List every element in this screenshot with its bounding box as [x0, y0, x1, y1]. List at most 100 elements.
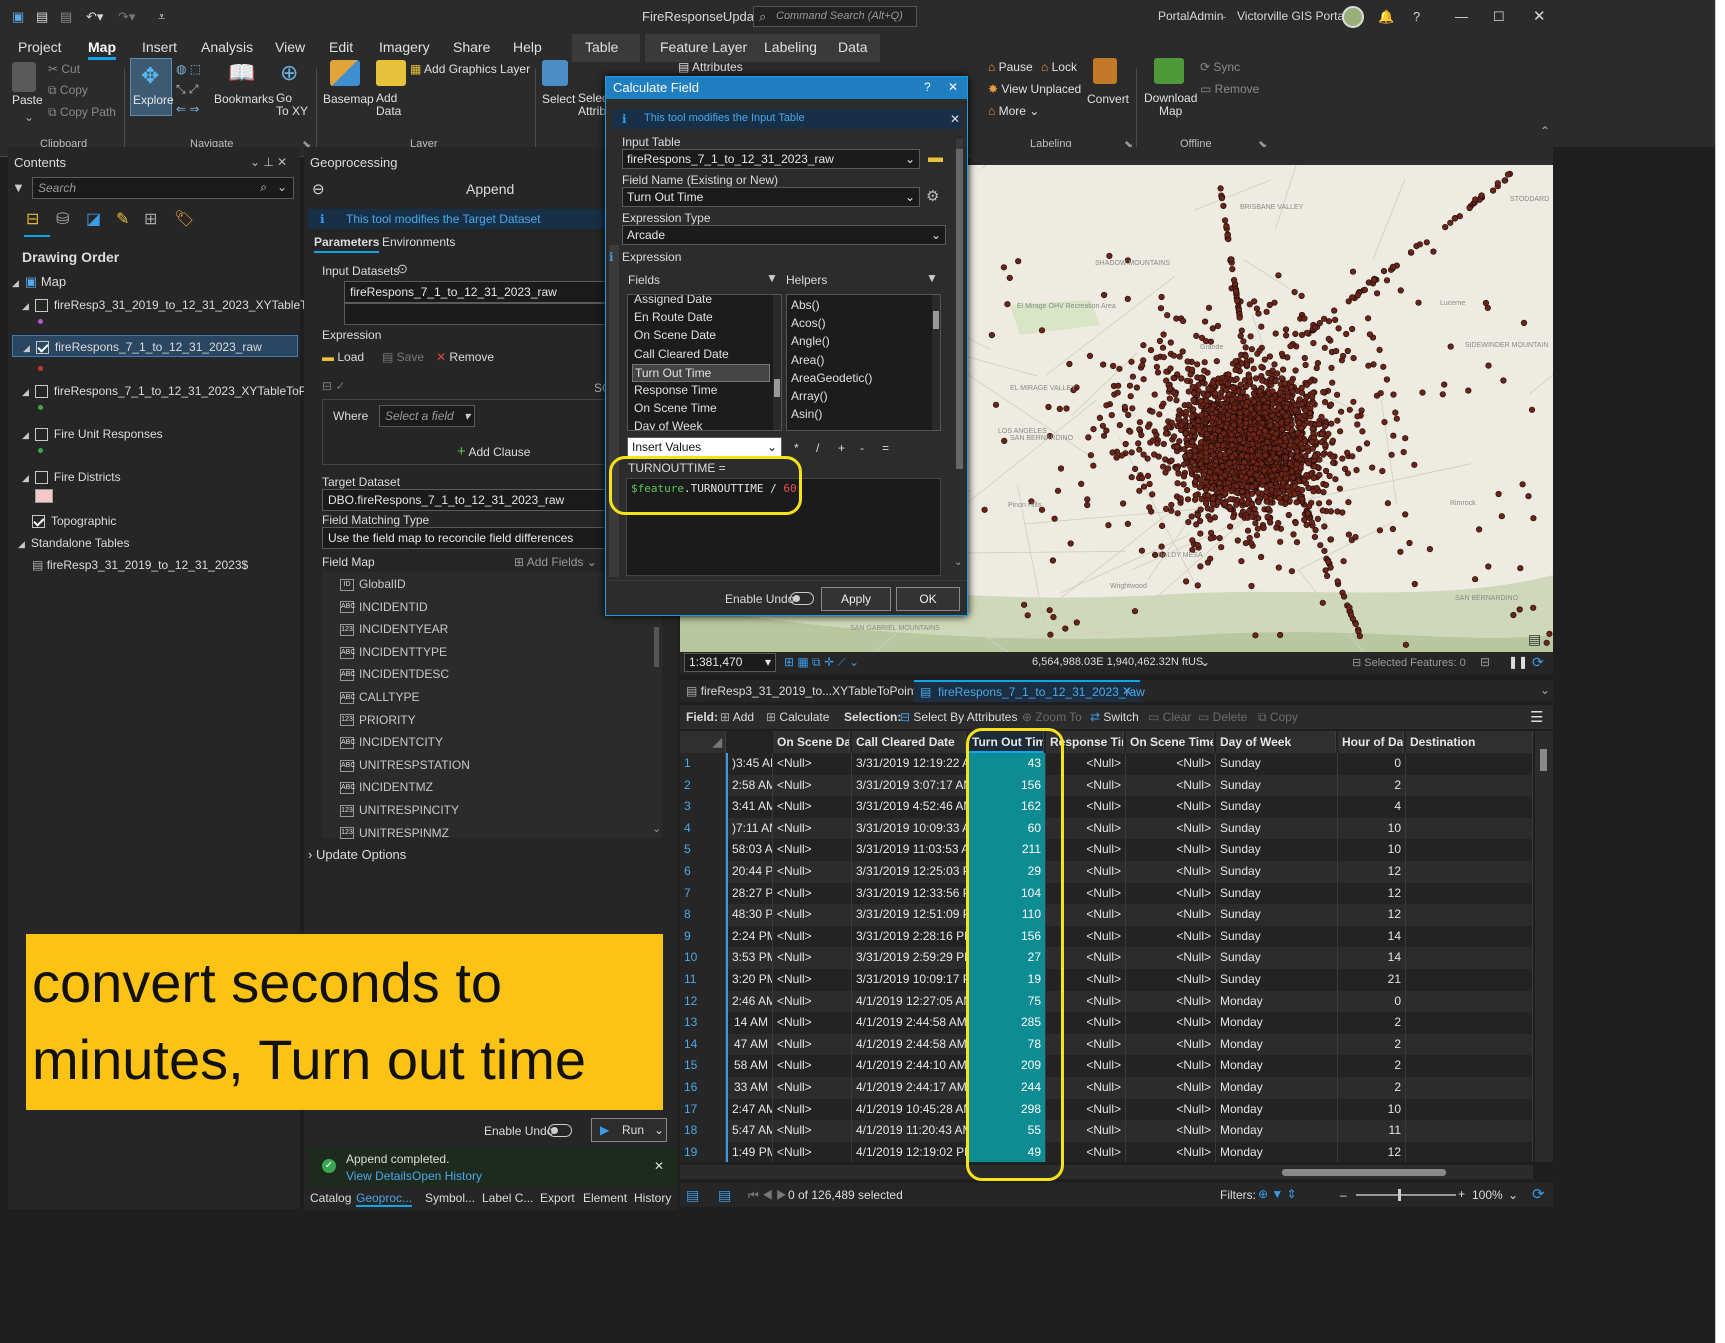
field-map-item[interactable]: ABC INCIDENTMZ	[340, 780, 433, 794]
field-map-item[interactable]: 123 PRIORITY	[340, 713, 416, 727]
view-unplaced-button[interactable]: ✸ View Unplaced	[988, 82, 1081, 96]
collapse-ribbon-icon[interactable]: ⌃	[1540, 124, 1550, 138]
sync-button[interactable]: ⟳ Sync	[1200, 60, 1240, 74]
add-clause-button[interactable]: + Add Clause	[457, 443, 530, 460]
filter-icons[interactable]: ⊕ ▼ ⇕	[1258, 1187, 1297, 1201]
row-number[interactable]: 14	[680, 1033, 726, 1056]
refresh-table-icon[interactable]: ⟳	[1532, 1185, 1545, 1203]
list-by-source-icon[interactable]: ⛁	[56, 209, 69, 229]
helper-list-item[interactable]: Area()	[791, 353, 824, 367]
minimize-icon[interactable]: —	[1455, 9, 1468, 24]
layer-item[interactable]: ◢ Fire Unit Responses	[8, 426, 300, 456]
cut-button[interactable]: ✂ Cut	[48, 62, 80, 76]
table-row[interactable]: 558:03 AM<Null>3/31/2019 11:03:53 AM211<…	[680, 839, 1533, 861]
table-row[interactable]: 19 1:49 PM <Null> 4/1/2019 12:19:02 PM 49 <Nu…	[680, 1141, 1533, 1162]
layer-item[interactable]: Topographic	[8, 513, 300, 535]
pause-drawing-icon[interactable]: ❚❚	[1508, 655, 1528, 669]
delete-button[interactable]: ▭ Delete	[1198, 710, 1247, 724]
field-matching-dropdown[interactable]: Use the field map to reconcile field dif…	[322, 527, 612, 549]
operator-button[interactable]: -	[860, 441, 864, 455]
more-labeling-button[interactable]: ⌂ More ⌄	[988, 104, 1039, 118]
fields-filter-icon[interactable]: ▼	[766, 271, 778, 285]
tab-label-class[interactable]: Label C...	[482, 1191, 533, 1205]
field-list-item[interactable]: Assigned Date	[632, 295, 770, 307]
table-row[interactable]: 12 2:46 AM <Null> 4/1/2019 12:27:05 AM 75 <Nu…	[680, 990, 1533, 1013]
input-dataset-field[interactable]: fireRespons_7_1_to_12_31_2023_raw	[344, 281, 608, 303]
table-row[interactable]: 3 3:41 AM <Null> 3/31/2019 4:52:46 AM 162 <Nu…	[680, 796, 1533, 818]
layer-visibility-checkbox[interactable]	[34, 471, 48, 485]
select-button[interactable]: Select	[542, 92, 575, 106]
add-field-button[interactable]: ⊞ Add	[720, 710, 754, 724]
field-list-item[interactable]: On Scene Date	[632, 327, 770, 343]
selected-features-count[interactable]: ⊟ Selected Features: 0	[1352, 656, 1466, 669]
tabs-dropdown-icon[interactable]: ⌄	[1540, 683, 1550, 697]
map-tools-icons[interactable]: ⊞ ▦ ⧉ ✛ ⟋ ⌄	[784, 655, 859, 670]
tab-data[interactable]: Data	[838, 39, 868, 55]
save-icon[interactable]: ▤	[36, 9, 48, 25]
tab-export[interactable]: Export	[540, 1191, 575, 1205]
lock-labeling-button[interactable]: ⌂ Lock	[1041, 60, 1077, 74]
row-number[interactable]: 15	[680, 1055, 726, 1077]
view-details-link[interactable]: View Details	[346, 1169, 412, 1183]
table-row[interactable]: 728:27 PM<Null>3/31/2019 12:33:56 PM104<…	[680, 882, 1533, 905]
close-tab-icon[interactable]: ✕	[1122, 684, 1132, 698]
field-settings-icon[interactable]: ⚙	[926, 187, 939, 205]
table-row[interactable]: 848:30 PM<Null>3/31/2019 12:51:09 PM110<…	[680, 904, 1533, 926]
tab-symbology[interactable]: Symbol...	[425, 1191, 475, 1205]
zoom-value[interactable]: 100%	[1472, 1188, 1503, 1202]
zoom-slider[interactable]	[1356, 1189, 1456, 1201]
map-node[interactable]: ◢ ▣ Map	[12, 274, 66, 290]
input-datasets-menu-icon[interactable]: ⊙	[397, 261, 408, 277]
table-row[interactable]: 13 14 AM <Null> 4/1/2019 2:44:58 AM 285 <Null…	[680, 1012, 1533, 1034]
zoom-in-icon[interactable]: +	[1458, 1187, 1465, 1201]
column-header[interactable]: Destination	[1406, 731, 1533, 753]
pane-options-icon[interactable]: ⌄ ⊥ ✕	[250, 155, 287, 169]
tab-history[interactable]: History	[634, 1191, 671, 1205]
add-fields-button[interactable]: ⊞ Add Fields ⌄	[514, 555, 597, 569]
attributes-button[interactable]: ▤ Attributes	[678, 60, 743, 74]
run-button[interactable]: ▶ Run ⌄	[591, 1118, 667, 1142]
user-name[interactable]: PortalAdmin	[1158, 9, 1223, 23]
switch-button[interactable]: ⇄ Switch	[1090, 710, 1139, 724]
save-button[interactable]: ▤ Save	[382, 350, 424, 364]
field-map-item[interactable]: ABC UNITRESPSTATION	[340, 758, 470, 772]
full-extent-icon[interactable]: ◍ ⬚	[176, 62, 201, 76]
helpers-filter-icon[interactable]: ▼	[926, 271, 938, 285]
field-list-item[interactable]: En Route Date	[632, 309, 770, 325]
operator-button[interactable]: =	[882, 441, 889, 455]
input-table-dropdown[interactable]: fireRespons_7_1_to_12_31_2023_raw ⌄	[622, 149, 920, 169]
row-number[interactable]: 17	[680, 1098, 726, 1121]
layer-visibility-checkbox[interactable]	[34, 299, 48, 313]
tab-analysis[interactable]: Analysis	[201, 39, 253, 55]
tab-feature-layer[interactable]: Feature Layer	[660, 39, 747, 55]
enable-undo-toggle[interactable]	[548, 1124, 572, 1137]
remove-offline-button[interactable]: ▭ Remove	[1200, 82, 1259, 96]
table-row[interactable]: 17 2:47 AM <Null> 4/1/2019 10:45:28 AM 298 <N…	[680, 1098, 1533, 1121]
table-row[interactable]: 113:20 PM<Null>3/31/2019 10:09:17 PM19<N…	[680, 969, 1533, 991]
close-icon[interactable]: ✕	[1533, 7, 1546, 25]
table-row[interactable]: 2 2:58 AM <Null> 3/31/2019 3:07:17 AM 156 <Nu…	[680, 774, 1533, 797]
list-by-snapping-icon[interactable]: ⊞	[144, 209, 157, 229]
notification-icon[interactable]: 🔔	[1378, 9, 1394, 25]
add-data-button[interactable]: Add Data	[376, 92, 401, 118]
field-list-item[interactable]: Turn Out Time	[632, 363, 770, 382]
tab-environments[interactable]: Environments	[382, 235, 455, 249]
tab-table[interactable]: Table	[585, 39, 618, 55]
column-header[interactable]: Call Cleared Date	[852, 731, 966, 753]
field-map-item[interactable]: 123 UNITRESPINMZ	[340, 826, 449, 840]
field-list-item[interactable]: Call Cleared Date	[632, 346, 770, 362]
insert-values-dropdown[interactable]: Insert Values ⌄	[627, 437, 782, 457]
paste-dropdown-icon[interactable]: ⌄	[24, 110, 34, 124]
row-number[interactable]: 16	[680, 1077, 726, 1099]
basemap-button[interactable]: Basemap	[323, 92, 374, 106]
update-options-section[interactable]: › Update Options	[308, 847, 406, 862]
open-history-link[interactable]: Open History	[412, 1169, 482, 1183]
row-number[interactable]: 10	[680, 947, 726, 969]
helper-list-item[interactable]: Acos()	[791, 316, 826, 330]
expression-type-dropdown[interactable]: Arcade ⌄	[622, 225, 946, 245]
apply-button[interactable]: Apply	[821, 587, 891, 611]
helper-list-item[interactable]: Asin()	[791, 407, 822, 421]
layer-visibility-checkbox[interactable]	[34, 385, 48, 399]
list-by-selection-icon[interactable]: ◪	[86, 209, 101, 229]
field-map-item[interactable]: ID GlobalID	[340, 577, 406, 591]
